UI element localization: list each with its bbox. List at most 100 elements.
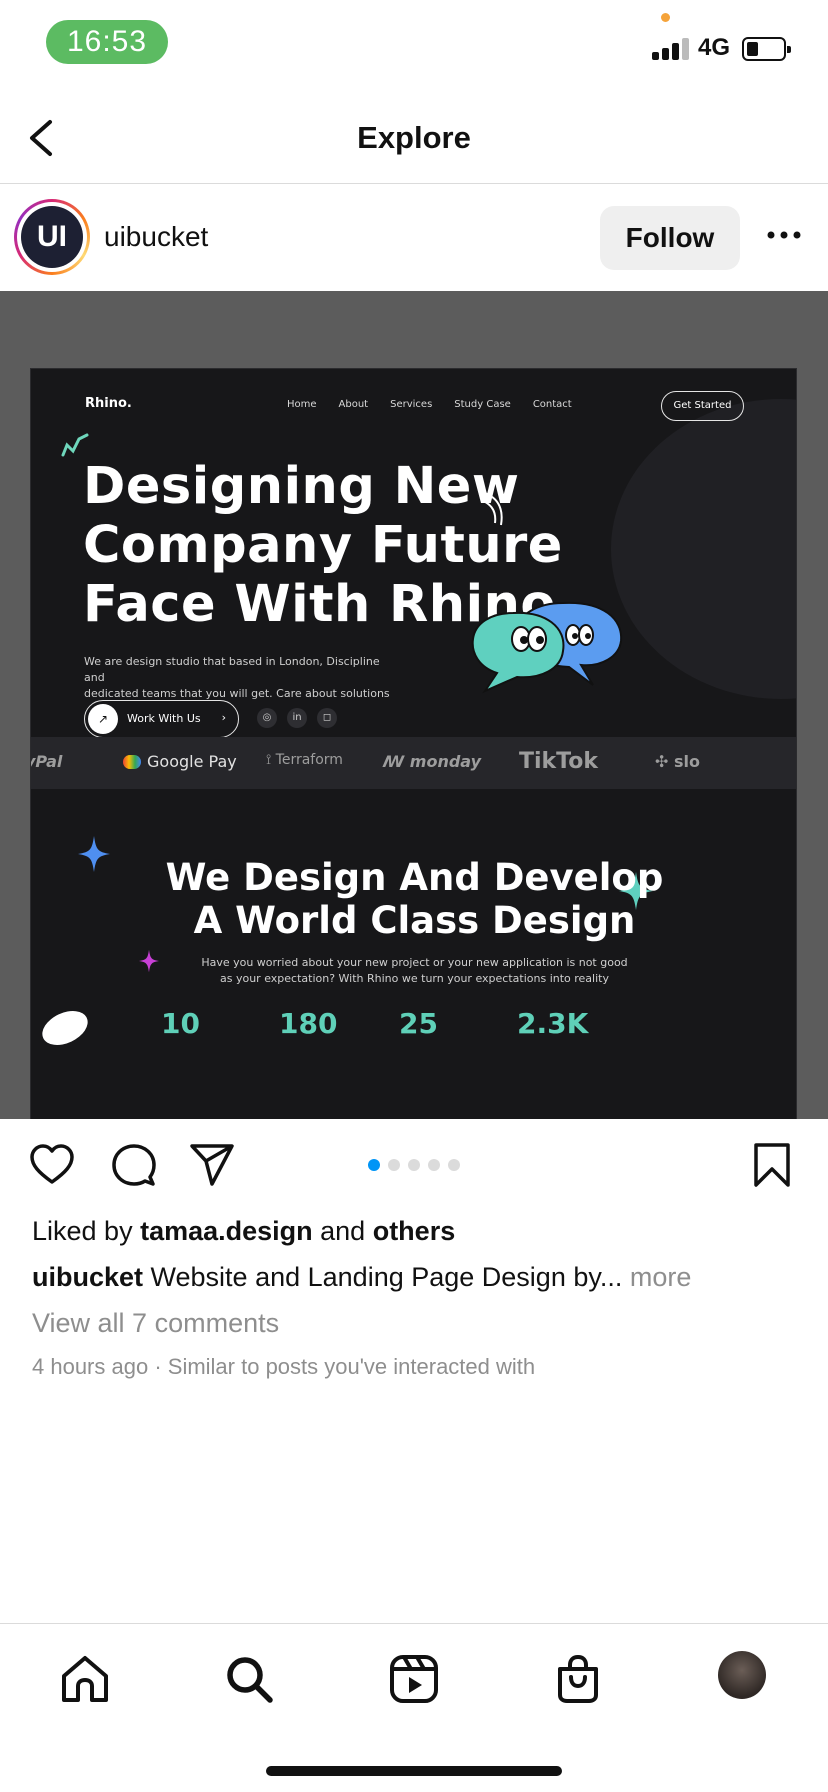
site-nav: Home About Services Study Case Contact	[287, 399, 572, 410]
home-indicator	[266, 1766, 562, 1776]
dribbble-icon: ◎	[257, 708, 277, 728]
share-button[interactable]	[188, 1141, 236, 1189]
site-nav-item: Study Case	[454, 399, 511, 410]
carousel-dot	[388, 1159, 400, 1171]
caption-username[interactable]: uibucket	[32, 1262, 143, 1292]
heart-icon	[30, 1144, 74, 1184]
caption-more-link[interactable]: more	[622, 1262, 692, 1292]
follow-button[interactable]: Follow	[600, 206, 740, 270]
meta-separator: ·	[148, 1354, 168, 1379]
section-description-line: as your expectation? With Rhino we turn …	[220, 972, 609, 985]
website-screenshot: Rhino. Home About Services Study Case Co…	[30, 368, 797, 1119]
post-username[interactable]: uibucket	[104, 221, 208, 253]
carousel-indicator	[368, 1159, 460, 1171]
brand-logo-terraform: ⟟ Terraform	[266, 752, 343, 768]
hero-description-line: We are design studio that based in Londo…	[84, 655, 380, 684]
comment-bubble-icon	[112, 1144, 156, 1186]
terraform-icon: ⟟	[266, 752, 276, 768]
likes-prefix: Liked by	[32, 1216, 141, 1246]
site-logo: Rhino.	[85, 396, 132, 411]
caption-text: Website and Landing Page Design by...	[143, 1262, 623, 1292]
home-icon	[62, 1656, 108, 1702]
likes-others[interactable]: others	[373, 1216, 456, 1246]
white-shape-decoration	[36, 1004, 94, 1052]
send-icon	[190, 1144, 234, 1186]
avatar[interactable]: UI	[14, 199, 90, 275]
save-button[interactable]	[748, 1141, 796, 1189]
hero-line: Company Future	[83, 516, 563, 575]
social-links: ◎ in ◻	[257, 708, 337, 728]
site-nav-item: Contact	[532, 399, 572, 410]
site-cta: Get Started	[661, 391, 744, 421]
signal-strength-icon	[652, 36, 692, 60]
privacy-indicator-dot	[661, 13, 670, 22]
more-horizontal-icon	[767, 231, 801, 239]
brand-logo: yPal	[31, 752, 63, 771]
bookmark-icon	[754, 1143, 790, 1187]
tab-search[interactable]	[222, 1652, 276, 1706]
network-type: 4G	[698, 34, 731, 61]
stat-value: 180	[279, 1007, 338, 1040]
brand-logo-strip: yPal Google Pay ⟟ Terraform ꟿ monday Tik…	[31, 737, 796, 789]
brand-logo-label: monday	[409, 752, 482, 771]
view-comments-link[interactable]: View all 7 comments	[32, 1308, 279, 1339]
post-actions	[0, 1119, 828, 1209]
slack-icon: ✣	[655, 752, 674, 771]
status-bar: 16:53 4G	[0, 0, 828, 92]
work-with-us-label: Work With Us	[127, 712, 201, 725]
more-options-button[interactable]	[766, 217, 802, 253]
likes-middle: and	[312, 1216, 373, 1246]
google-pay-icon	[123, 755, 141, 769]
tab-profile-avatar[interactable]	[718, 1651, 766, 1699]
brand-logo: TikTok	[519, 749, 599, 774]
search-icon	[227, 1657, 273, 1703]
likes-summary[interactable]: Liked by tamaa.design and others	[32, 1216, 455, 1247]
carousel-dot	[428, 1159, 440, 1171]
tab-home[interactable]	[58, 1652, 112, 1706]
arc-decoration	[482, 492, 503, 526]
carousel-dot	[448, 1159, 460, 1171]
comment-button[interactable]	[110, 1141, 158, 1189]
site-nav-item: Home	[287, 399, 317, 410]
brand-logo-label: Google Pay	[147, 752, 237, 771]
stat-value: 25	[399, 1007, 438, 1040]
linkedin-icon: in	[287, 708, 307, 728]
carousel-dot-active	[368, 1159, 380, 1171]
bottom-tab-bar	[0, 1623, 828, 1792]
work-with-us-button: ↗ Work With Us ›	[84, 700, 239, 738]
section-title-line: We Design And Develop	[165, 856, 664, 899]
like-button[interactable]	[28, 1141, 76, 1189]
chevron-right-icon: ›	[221, 711, 226, 724]
post-header: UI uibucket Follow	[0, 185, 828, 291]
design-section: We Design And Develop A World Class Desi…	[31, 789, 796, 1119]
hero-description: We are design studio that based in Londo…	[84, 654, 394, 702]
brand-logo-monday: ꟿ monday	[383, 752, 481, 771]
chat-bubbles-illustration	[471, 601, 623, 694]
reels-icon	[390, 1655, 438, 1703]
arrow-up-right-icon: ↗	[88, 704, 118, 734]
post-caption: uibucket Website and Landing Page Design…	[32, 1262, 691, 1293]
stat-value: 2.3K	[517, 1007, 589, 1040]
section-description-line: Have you worried about your new project …	[201, 956, 628, 969]
brand-logo-label: slo	[673, 752, 700, 771]
section-description: Have you worried about your new project …	[31, 955, 796, 987]
tab-reels[interactable]	[387, 1652, 441, 1706]
tab-shop[interactable]	[551, 1652, 605, 1706]
site-nav-item: Services	[390, 399, 433, 410]
instagram-icon: ◻	[317, 708, 337, 728]
status-time: 16:53	[46, 20, 168, 64]
post-media[interactable]: Rhino. Home About Services Study Case Co…	[0, 291, 828, 1119]
shop-icon	[558, 1654, 598, 1703]
post-time: 4 hours ago	[32, 1354, 149, 1379]
section-title: We Design And Develop A World Class Desi…	[31, 856, 796, 942]
post-context: Similar to posts you've interacted with	[167, 1354, 536, 1379]
brand-logo-slack: ✣ slo	[655, 752, 700, 771]
section-title-line: A World Class Design	[193, 899, 636, 942]
avatar-text: UI	[21, 206, 83, 268]
hero-line: Designing New	[83, 457, 520, 516]
site-nav-item: About	[338, 399, 369, 410]
post-meta: 4 hours ago · Similar to posts you've in…	[32, 1354, 535, 1380]
liker-username[interactable]: tamaa.design	[140, 1216, 313, 1246]
battery-icon	[742, 37, 791, 61]
brand-logo-google-pay: Google Pay	[123, 752, 237, 771]
